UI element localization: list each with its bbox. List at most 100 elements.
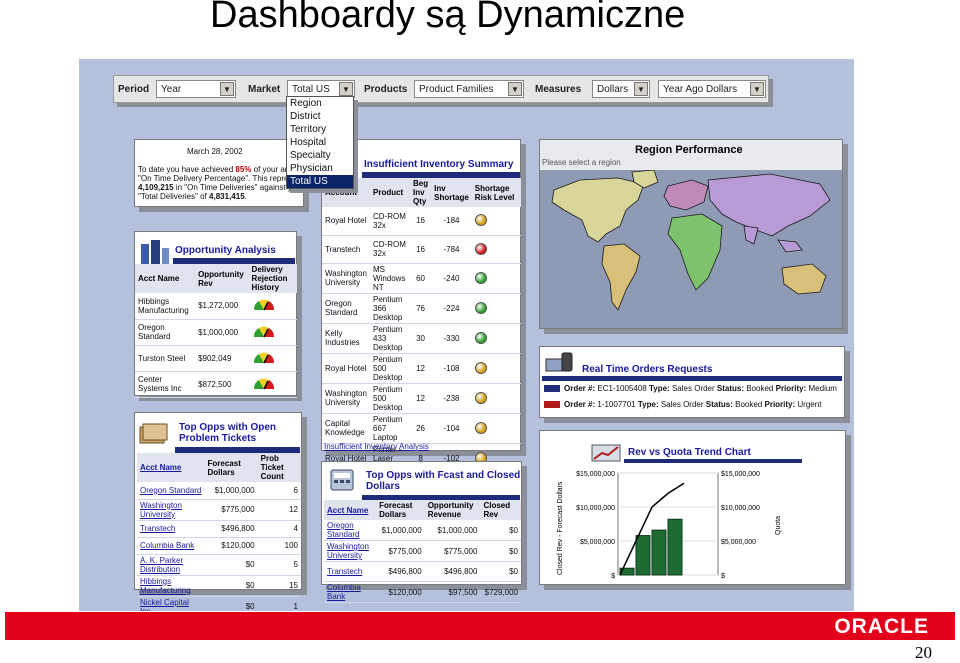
account: Capital Knowledge (322, 413, 370, 444)
dropdown-option[interactable]: Physician (287, 162, 353, 175)
order-field-label: Status: (716, 384, 744, 393)
product: Pentium 500 Desktop (370, 383, 410, 414)
measures-select[interactable]: Dollars ▼ (592, 80, 650, 98)
table-row: Washington University $775,000 $775,000 $0 (324, 540, 521, 562)
risk-light-icon (474, 271, 487, 284)
order-field-value: Booked (746, 384, 774, 393)
fcast-closed-panel: Top Opps with Fcast and Closed Dollars Ac… (321, 461, 522, 603)
product: MS Windows NT (370, 263, 410, 294)
risk-light-icon (474, 421, 487, 434)
acct-link[interactable]: Transtech (137, 520, 205, 538)
region-asia (707, 173, 831, 237)
compare-select[interactable]: Year Ago Dollars ▼ (658, 80, 766, 98)
col-header: Opportunity Rev (198, 269, 244, 288)
product: CD-ROM 32x (370, 235, 410, 264)
col-header[interactable]: Acct Name (137, 453, 205, 482)
shortage: -238 (431, 383, 472, 414)
building-icon (141, 240, 169, 264)
orders-list: Order #: EC1-1005408 Type: Sales Order S… (544, 383, 844, 415)
order-row[interactable]: Order #: EC1-1005408 Type: Sales Order S… (544, 383, 844, 397)
folders-icon (139, 423, 168, 444)
ticket-count: 12 (257, 499, 301, 521)
acct-name: Hibbings Manufacturing (135, 293, 196, 320)
opportunity-title: Opportunity Analysis (175, 245, 276, 256)
col-header: Shortage Risk Level (474, 183, 515, 202)
region-prompt: Please select a region (542, 158, 621, 167)
beg-qty: 76 (410, 293, 432, 324)
table-row: Washington University MS Windows NT 60 -240 (322, 263, 521, 294)
acct-link[interactable]: A. K. Parker Distribution (137, 554, 205, 576)
risk-light-icon (474, 391, 487, 404)
dropdown-option[interactable]: Hospital (287, 136, 353, 149)
fcast-table: Acct Name Forecast Dollars Opportunity R… (324, 500, 521, 603)
order-field-label: Type: (648, 384, 670, 393)
trend-bar (635, 535, 651, 576)
inventory-analysis-link[interactable]: Insufficient Inventory Analysis (324, 442, 429, 451)
col-header: Acct Name (138, 274, 180, 283)
problem-tickets-panel: Top Opps with Open Problem Tickets Acct N… (134, 412, 302, 611)
table-row: Transtech $496,800 4 (137, 520, 301, 538)
acct-link[interactable]: Columbia Bank (324, 581, 377, 603)
amount: $496,800 (376, 561, 425, 582)
rejection-gauge-cell (248, 345, 297, 372)
world-map[interactable] (540, 170, 842, 328)
dashboard-screenshot: Period Year ▼ Market Total US ▼ Products P… (79, 59, 854, 611)
oracle-logo: ORACLE (834, 615, 929, 638)
risk-light-icon (474, 214, 487, 227)
forecast-dollars: $0 (204, 575, 258, 597)
market-dropdown-list[interactable]: Region District Territory Hospital Specialty… (286, 96, 354, 189)
gauge-icon (253, 352, 274, 363)
dropdown-option[interactable]: District (287, 110, 353, 123)
acct-name: Oregon Standard (135, 319, 196, 346)
products-select[interactable]: Product Families ▼ (414, 80, 524, 98)
ticket-count: 1 (257, 596, 301, 611)
forecast-dollars: $1,000,000 (204, 482, 258, 500)
chevron-down-icon[interactable]: ▼ (634, 82, 648, 96)
shortage: -784 (431, 235, 472, 264)
acct-link[interactable]: Washington University (324, 540, 377, 562)
chevron-down-icon[interactable]: ▼ (750, 82, 764, 96)
fcast-title: Top Opps with Fcast and Closed Dollars (366, 470, 521, 492)
acct-link[interactable]: Oregon Standard (137, 482, 205, 500)
dropdown-option[interactable]: Total US (287, 175, 353, 188)
amount: $0 (480, 561, 521, 582)
dropdown-option[interactable]: Territory (287, 123, 353, 136)
table-row: Transtech $496,800 $496,800 $0 (324, 561, 521, 582)
account: Kelly Industries (322, 323, 370, 354)
region-africa (667, 213, 723, 291)
period-select[interactable]: Year ▼ (156, 80, 236, 98)
chevron-down-icon[interactable]: ▼ (339, 82, 353, 96)
opp-rev: $1,000,000 (195, 319, 249, 346)
risk-cell (471, 207, 521, 236)
col-header: Forecast Dollars (379, 501, 413, 519)
inventory-title: Insufficient Inventory Summary (364, 159, 514, 170)
gauge-icon (253, 378, 274, 389)
acct-link[interactable]: Columbia Bank (137, 537, 205, 555)
shortage: -184 (431, 207, 472, 236)
acct-link[interactable]: Washington University (137, 499, 205, 521)
delivery-summary-panel: March 28, 2002 To date you have achieved… (134, 139, 304, 207)
region-australia (781, 263, 827, 295)
order-field-label: Priority: (775, 384, 807, 393)
order-row[interactable]: Order #: 1-1007701 Type: Sales Order Sta… (544, 399, 844, 413)
inventory-table: Account Product Beg Inv Qty Inv Shortage… (322, 178, 521, 474)
chevron-down-icon[interactable]: ▼ (508, 82, 522, 96)
forecast-dollars: $0 (204, 554, 258, 576)
shortage: -240 (431, 263, 472, 294)
period-label: Period (118, 84, 150, 95)
chevron-down-icon[interactable]: ▼ (220, 82, 234, 96)
acct-link[interactable]: Hibbings Manufacturing (137, 575, 205, 597)
acct-link[interactable]: Transtech (324, 561, 377, 582)
acct-link[interactable]: Nickel Capital Inc (137, 596, 205, 611)
amount: $1,000,000 (376, 520, 425, 541)
opp-rev: $902,049 (195, 345, 249, 372)
beg-qty: 12 (410, 353, 432, 384)
dropdown-option[interactable]: Region (287, 97, 353, 110)
product: Pentium 500 Desktop (370, 353, 410, 384)
col-header: Opportunity Revenue (427, 501, 474, 519)
acct-link[interactable]: Oregon Standard (324, 520, 377, 541)
dropdown-option[interactable]: Specialty (287, 149, 353, 162)
table-row: Washington University Pentium 500 Desktop… (322, 383, 521, 414)
rejection-gauge-cell (248, 319, 297, 346)
col-header[interactable]: Acct Name (324, 500, 376, 520)
